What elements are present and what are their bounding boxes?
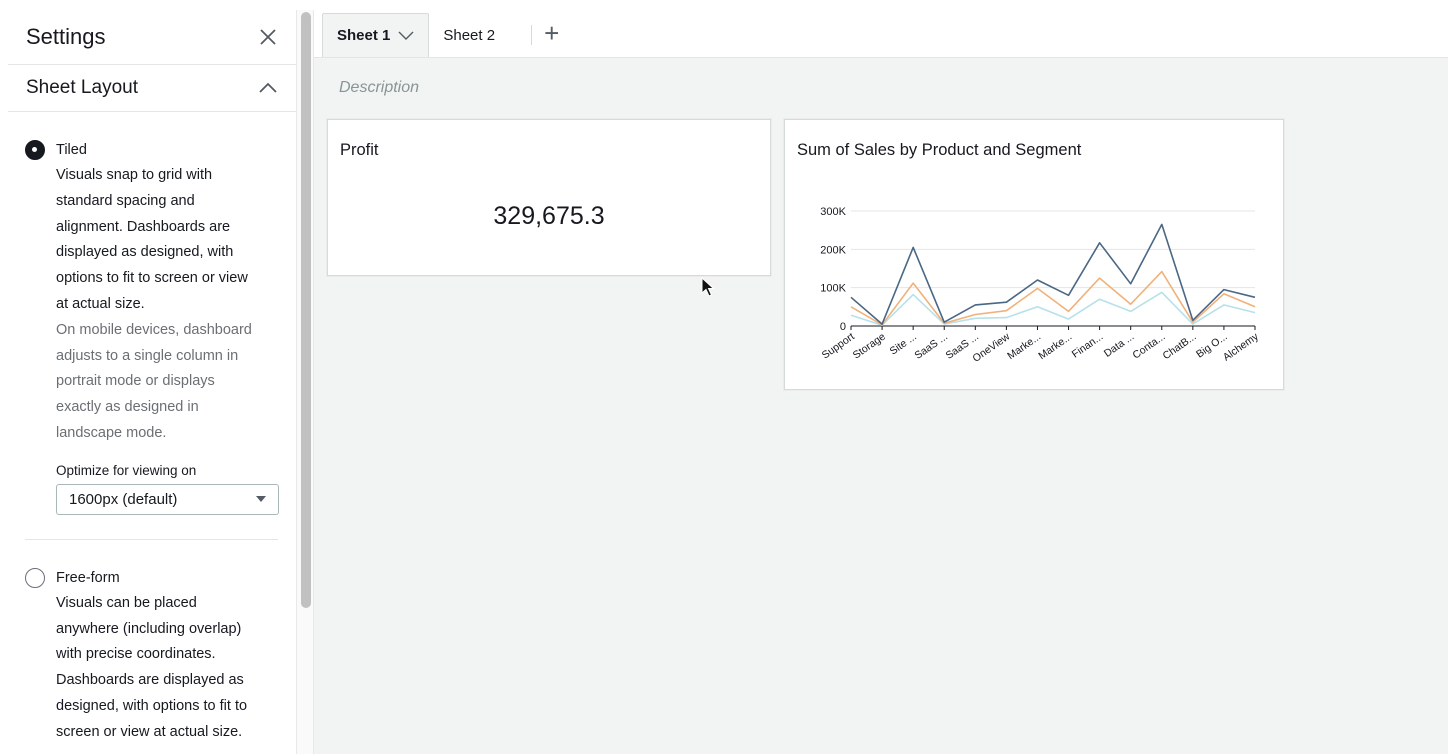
mobile-note-line: portrait mode or displays xyxy=(56,373,215,390)
chevron-down-icon[interactable] xyxy=(398,31,414,41)
tiled-desc-line: standard spacing and xyxy=(56,192,195,209)
freeform-radio[interactable] xyxy=(25,567,45,588)
tiled-desc-line: at actual size. xyxy=(56,295,145,312)
y-tick-label: 200K xyxy=(820,244,846,256)
freeform-desc-line: screen or view at actual size. xyxy=(56,723,243,740)
kpi-title: Profit xyxy=(340,141,379,159)
chevron-up-icon[interactable] xyxy=(258,81,278,95)
close-icon[interactable] xyxy=(258,27,278,47)
tab-label: Sheet 1 xyxy=(337,27,391,44)
y-tick-label: 0 xyxy=(840,321,846,333)
line-chart: 0100K200K300KSupportStorage Site ...SaaS … xyxy=(820,206,1262,365)
settings-title: Settings xyxy=(26,24,106,49)
freeform-desc-line: Dashboards are displayed as xyxy=(56,672,244,689)
tiled-label: Tiled xyxy=(56,142,87,158)
mobile-note-line: landscape mode. xyxy=(56,424,167,441)
x-tick-label: Support xyxy=(820,331,857,362)
optimize-select-value: 1600px (default) xyxy=(69,490,178,508)
tiled-mobile-note: On mobile devices, dashboard adjusts to … xyxy=(56,318,278,447)
series-line xyxy=(850,223,1256,325)
tiled-option: Tiled Visuals snap to grid with standard… xyxy=(8,137,296,515)
caret-down-icon xyxy=(256,496,266,503)
x-tick-label: Marke... xyxy=(1005,331,1043,363)
series-line xyxy=(850,270,1256,326)
x-tick-label: Alchemy xyxy=(1221,330,1261,363)
mobile-note-line: exactly as designed in xyxy=(56,399,199,416)
freeform-desc-line: with precise coordinates. xyxy=(56,646,216,663)
freeform-desc-line: Visuals can be placed xyxy=(56,594,197,611)
tiled-desc-line: options to fit to screen or view xyxy=(56,270,248,287)
freeform-desc-line: designed, with options to fit to xyxy=(56,697,248,714)
optimize-select[interactable]: 1600px (default) xyxy=(56,483,279,515)
sheet-canvas: Sheet 1 Sheet 2 + Description Profit 329… xyxy=(314,10,1448,754)
tiled-desc-line: alignment. Dashboards are xyxy=(56,218,231,235)
x-tick-label: Storage xyxy=(851,331,888,362)
tiled-desc-line: displayed as designed, with xyxy=(56,244,234,261)
tab-separator xyxy=(531,25,533,45)
optimize-label: Optimize for viewing on xyxy=(56,462,197,478)
x-tick-label: Marke... xyxy=(1036,331,1074,363)
scrollbar-thumb[interactable] xyxy=(301,12,311,608)
tab-label: Sheet 2 xyxy=(443,26,496,44)
chart-title: Sum of Sales by Product and Segment xyxy=(797,141,1082,159)
tab-sheet-2[interactable]: Sheet 2 xyxy=(429,13,509,57)
x-tick-label: Finan... xyxy=(1070,331,1106,361)
profit-kpi-visual[interactable]: Profit 329,675.3 xyxy=(327,119,771,276)
freeform-label: Free-form xyxy=(56,569,120,586)
x-tick-label: ChatB... xyxy=(1161,331,1199,363)
add-sheet-button[interactable]: + xyxy=(538,15,565,57)
tiled-radio[interactable] xyxy=(25,140,45,160)
freeform-option: Free-form Visuals can be placed anywhere… xyxy=(8,565,296,746)
mobile-note-line: adjusts to a single column in xyxy=(56,347,239,364)
freeform-description: Visuals can be placed anywhere (includin… xyxy=(56,591,278,746)
x-tick-label: Conta... xyxy=(1130,331,1167,362)
tiled-description: Visuals snap to grid with standard spaci… xyxy=(56,163,278,318)
tab-sheet-1[interactable]: Sheet 1 xyxy=(322,13,430,57)
mobile-note-line: On mobile devices, dashboard xyxy=(56,321,252,338)
settings-panel: Settings Sheet Layout Tiled Visuals snap… xyxy=(8,10,296,754)
sheet-description[interactable]: Description xyxy=(339,79,419,97)
x-tick-label: Data ... xyxy=(1102,331,1137,360)
sheet-tabbar: Sheet 1 Sheet 2 + xyxy=(314,10,1448,58)
freeform-desc-line: anywhere (including overlap) xyxy=(56,620,242,637)
kpi-value: 329,675.3 xyxy=(493,202,605,230)
section-title: Sheet Layout xyxy=(26,77,138,98)
y-tick-label: 100K xyxy=(820,283,846,295)
y-tick-label: 300K xyxy=(820,206,846,218)
tiled-desc-line: Visuals snap to grid with xyxy=(56,167,213,183)
settings-header: Settings xyxy=(8,10,296,65)
divider xyxy=(25,538,278,540)
x-tick-label: SaaS ... xyxy=(912,331,949,362)
sheet-layout-section-header[interactable]: Sheet Layout xyxy=(8,65,296,112)
sales-line-chart-visual[interactable]: Sum of Sales by Product and Segment 0 100… xyxy=(784,119,1284,390)
mouse-cursor-icon xyxy=(701,277,715,297)
settings-scrollbar[interactable] xyxy=(296,10,314,754)
